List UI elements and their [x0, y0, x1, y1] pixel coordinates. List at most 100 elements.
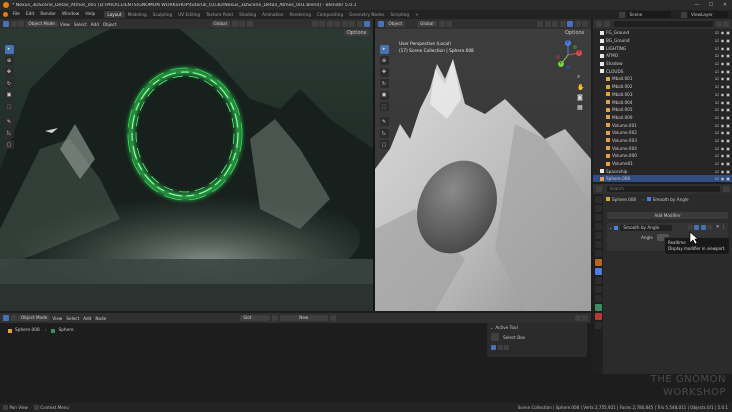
- workspace-tab-layout[interactable]: Layout: [104, 11, 125, 18]
- collapse-chevron-icon[interactable]: ⌄: [609, 225, 612, 230]
- measure-tool-icon[interactable]: ◺: [4, 128, 14, 138]
- right-visibility-icon[interactable]: [537, 21, 543, 27]
- material-browse-icon[interactable]: [272, 315, 279, 321]
- remove-modifier-icon[interactable]: ✕: [716, 225, 720, 230]
- camera-icon[interactable]: ▣: [726, 100, 730, 105]
- bottom-pin-icon[interactable]: [329, 315, 336, 321]
- eye-icon[interactable]: ◉: [721, 115, 725, 120]
- scene-selector[interactable]: Scene: [626, 11, 671, 18]
- collection-tab-icon[interactable]: [594, 250, 602, 257]
- output-tab-icon[interactable]: [594, 214, 602, 221]
- checkbox-icon[interactable]: ☑: [715, 84, 719, 89]
- camera-icon[interactable]: ▣: [726, 153, 730, 158]
- checkbox-icon[interactable]: ☑: [715, 176, 719, 181]
- camera-icon[interactable]: ▣: [726, 138, 730, 143]
- right-shading-solid-icon[interactable]: [567, 21, 573, 27]
- render-toggle-icon[interactable]: [700, 225, 706, 230]
- checkbox-icon[interactable]: ☑: [715, 76, 719, 81]
- bottom-mode-dropdown[interactable]: Object Mode: [18, 315, 51, 321]
- right-select-tool-icon[interactable]: ▸: [379, 44, 389, 54]
- outliner-row[interactable]: Volume.000 ☑ ◉ ▣: [593, 152, 732, 160]
- left-options-label[interactable]: Options: [344, 30, 370, 36]
- eye-icon[interactable]: ◉: [721, 146, 725, 151]
- left-menu-view[interactable]: View: [60, 22, 70, 27]
- right-cursor-tool-icon[interactable]: ⊕: [379, 56, 389, 65]
- left-menu-add[interactable]: Add: [91, 22, 99, 27]
- eye-icon[interactable]: ◉: [721, 107, 725, 112]
- camera-icon[interactable]: ▣: [726, 107, 730, 112]
- scene-tab-icon[interactable]: [594, 232, 602, 239]
- right-options-dropdown[interactable]: Options: [562, 30, 589, 36]
- outliner-row[interactable]: LIGHTING ☑ ◉ ▣: [593, 44, 732, 52]
- mode-set-icon[interactable]: [491, 344, 496, 350]
- workspace-tab-sculpting[interactable]: Sculpting: [150, 11, 176, 18]
- select-extend-icon[interactable]: [18, 21, 24, 27]
- camera-icon[interactable]: ▣: [726, 169, 730, 174]
- add-workspace-button[interactable]: +: [412, 11, 422, 18]
- right-add-cube-tool-icon[interactable]: ▢: [379, 140, 389, 149]
- eye-icon[interactable]: ◉: [721, 123, 725, 128]
- right-viewport-solid[interactable]: [375, 29, 591, 311]
- camera-icon[interactable]: ▣: [726, 76, 730, 81]
- right-options-label[interactable]: Options: [562, 30, 588, 36]
- right-mode-dropdown[interactable]: Object: [385, 21, 406, 27]
- camera-icon[interactable]: ▣: [726, 38, 730, 43]
- workspace-tab-scripting[interactable]: Scripting: [387, 11, 412, 18]
- edit-mode-toggle-icon[interactable]: [687, 225, 693, 230]
- node-editor-canvas[interactable]: Sphere.008 › Sphere ⌄ Active Tool Select…: [0, 323, 591, 403]
- checkbox-icon[interactable]: ☑: [715, 123, 719, 128]
- shading-wire-icon[interactable]: [341, 21, 348, 27]
- close-window-button[interactable]: ✕: [718, 2, 732, 8]
- outliner-search-input[interactable]: [614, 21, 713, 27]
- menu-help[interactable]: Help: [82, 12, 98, 17]
- right-measure-tool-icon[interactable]: ◺: [379, 128, 389, 138]
- eye-icon[interactable]: ◉: [721, 161, 725, 166]
- editor-type-icon[interactable]: [3, 21, 9, 27]
- workspace-tab-geometry-nodes[interactable]: Geometry Nodes: [346, 11, 387, 18]
- new-collection-icon[interactable]: [723, 21, 729, 27]
- navigation-gizmo[interactable]: X Z Y: [553, 40, 583, 70]
- modifier-menu-icon[interactable]: [707, 225, 713, 230]
- camera-icon[interactable]: ▣: [726, 161, 730, 166]
- minimize-button[interactable]: —: [690, 2, 704, 8]
- outliner-editor-icon[interactable]: [596, 21, 602, 27]
- left-mode-dropdown[interactable]: Object Mode: [25, 21, 58, 27]
- checkbox-icon[interactable]: ☑: [715, 107, 719, 112]
- workspace-tab-uv-editing[interactable]: UV Editing: [175, 11, 203, 18]
- checkbox-icon[interactable]: ☑: [715, 100, 719, 105]
- add-cube-tool-icon[interactable]: ▢: [4, 140, 14, 149]
- bottom-menu-view[interactable]: View: [52, 316, 62, 321]
- right-shading-material-icon[interactable]: [574, 21, 581, 27]
- eye-icon[interactable]: ◉: [721, 61, 725, 66]
- outliner-display-mode-icon[interactable]: [603, 21, 610, 27]
- blender-menu-icon[interactable]: [3, 12, 8, 17]
- camera-icon[interactable]: ▣: [726, 130, 730, 135]
- outliner-row[interactable]: Mball.004 ☑ ◉ ▣: [593, 98, 732, 106]
- right-annotate-tool-icon[interactable]: ✎: [379, 117, 389, 126]
- checkbox-icon[interactable]: ☑: [715, 53, 719, 58]
- outliner-row[interactable]: Volume01 ☑ ◉ ▣: [593, 160, 732, 168]
- left-options-dropdown[interactable]: Options: [344, 30, 371, 36]
- bottom-menu-select[interactable]: Select: [66, 316, 79, 321]
- checkbox-icon[interactable]: ☑: [715, 92, 719, 97]
- outliner-filter-icon[interactable]: [715, 21, 722, 27]
- menu-edit[interactable]: Edit: [23, 12, 38, 17]
- right-pivot-icon[interactable]: [438, 21, 445, 27]
- workspace-tab-compositing[interactable]: Compositing: [314, 11, 346, 18]
- right-transform-orientation[interactable]: Global: [417, 21, 437, 27]
- menu-window[interactable]: Window: [59, 12, 82, 17]
- object-tab-icon[interactable]: [594, 259, 602, 266]
- camera-icon[interactable]: ▣: [726, 61, 730, 66]
- pan-hand-icon[interactable]: ✋: [577, 84, 586, 91]
- particles-tab-icon[interactable]: [594, 277, 602, 284]
- select-mode-icon[interactable]: [10, 21, 17, 27]
- maximize-button[interactable]: ☐: [704, 2, 718, 8]
- bottom-shader-type-icon[interactable]: [10, 315, 17, 321]
- right-editor-type-icon[interactable]: [378, 21, 384, 27]
- eye-icon[interactable]: ◉: [721, 100, 725, 105]
- camera-icon[interactable]: ▣: [726, 46, 730, 51]
- scale-tool-icon[interactable]: ▣: [4, 90, 14, 100]
- checkbox-icon[interactable]: ☑: [715, 161, 719, 166]
- move-tool-icon[interactable]: ✥: [4, 67, 14, 77]
- eye-icon[interactable]: ◉: [721, 53, 725, 58]
